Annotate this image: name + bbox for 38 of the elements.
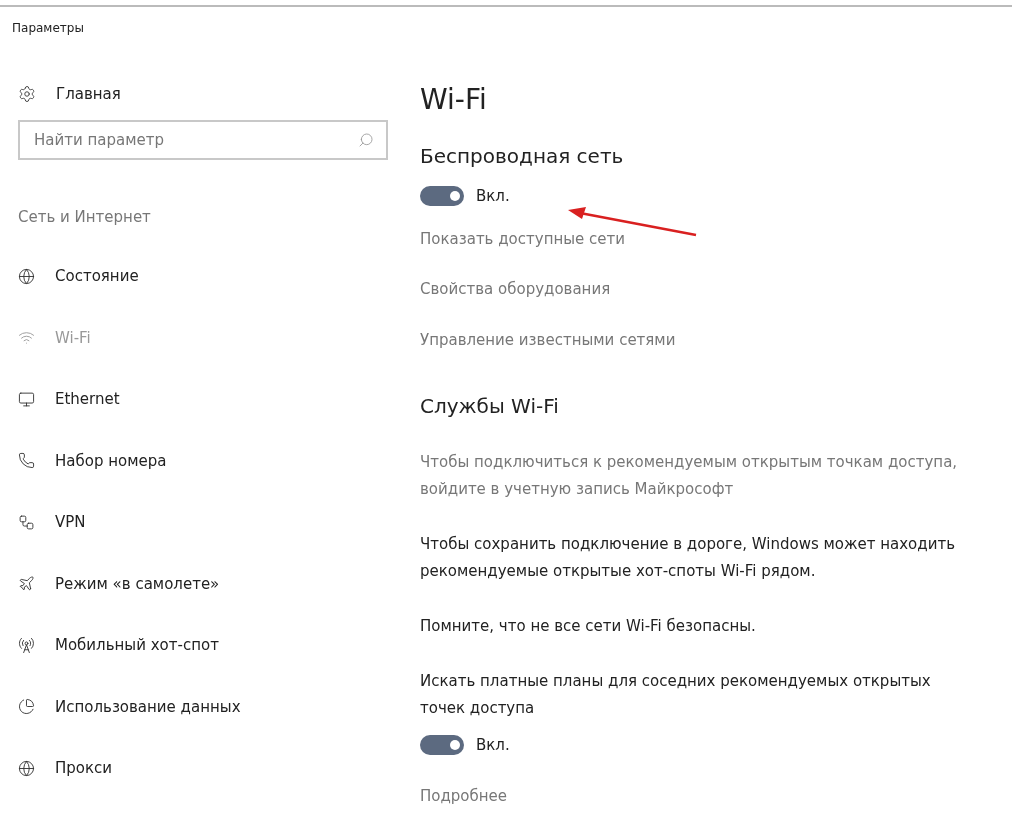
settings-link[interactable]: Показать доступные сети (420, 227, 626, 250)
section-heading: Службы Wi-Fi (420, 393, 559, 420)
sign-in-link[interactable]: Чтобы подключиться к рекомендуемым открытым точкам доступа, войдите в учетную запись Майкрософт (420, 449, 965, 503)
settings-link[interactable]: Свойства оборудования (420, 278, 611, 301)
sidebar-item[interactable]: Режим «в самолете» (18, 553, 220, 615)
toggle-label: Вкл. (476, 735, 510, 756)
sidebar-item[interactable]: VPN (18, 491, 86, 553)
phone-icon (18, 452, 35, 470)
airplane-icon (18, 575, 35, 593)
sidebar-item[interactable]: Использование данных (18, 676, 241, 738)
monitor-icon (18, 390, 35, 408)
sidebar-item[interactable]: Ethernet (18, 368, 120, 430)
toggle-label: Вкл. (476, 186, 510, 207)
globe-icon (18, 759, 35, 777)
sidebar-item[interactable]: Состояние (18, 245, 139, 307)
toggle-switch[interactable] (420, 186, 464, 207)
sidebar-item[interactable]: Прокси (18, 737, 113, 799)
window-title: Параметры (12, 20, 84, 37)
pie-chart-icon (18, 698, 35, 716)
description-text: Искать платные планы для соседних рекомендуемых открытых точек доступа (420, 671, 932, 719)
home-link[interactable]: Главная (18, 77, 121, 111)
globe-icon (18, 267, 35, 285)
section-heading: Сеть и Интернет (18, 207, 151, 228)
more-link[interactable]: Подробнее (420, 784, 508, 807)
wifi-icon (18, 329, 35, 347)
page-title: Wi-Fi (420, 82, 487, 118)
sidebar-item[interactable]: Набор номера (18, 430, 167, 492)
settings-icon (18, 85, 36, 103)
antenna-icon (18, 636, 35, 654)
settings-link[interactable]: Управление известными сетями (420, 328, 676, 351)
search-field[interactable]: Найти параметр (18, 120, 388, 160)
description-text: Помните, что не все сети Wi-Fi безопасны. (420, 616, 756, 637)
description-text: Чтобы сохранить подключение в дороге, Windows может находить рекомендуемые открытые хот-споты Wi-Fi рядом. (420, 534, 956, 582)
toggle-switch[interactable] (420, 735, 464, 756)
section-heading: Беспроводная сеть (420, 143, 624, 170)
search-icon (358, 132, 374, 148)
network-icon (18, 513, 35, 531)
sidebar-item[interactable]: Мобильный хот-спот (18, 614, 219, 676)
